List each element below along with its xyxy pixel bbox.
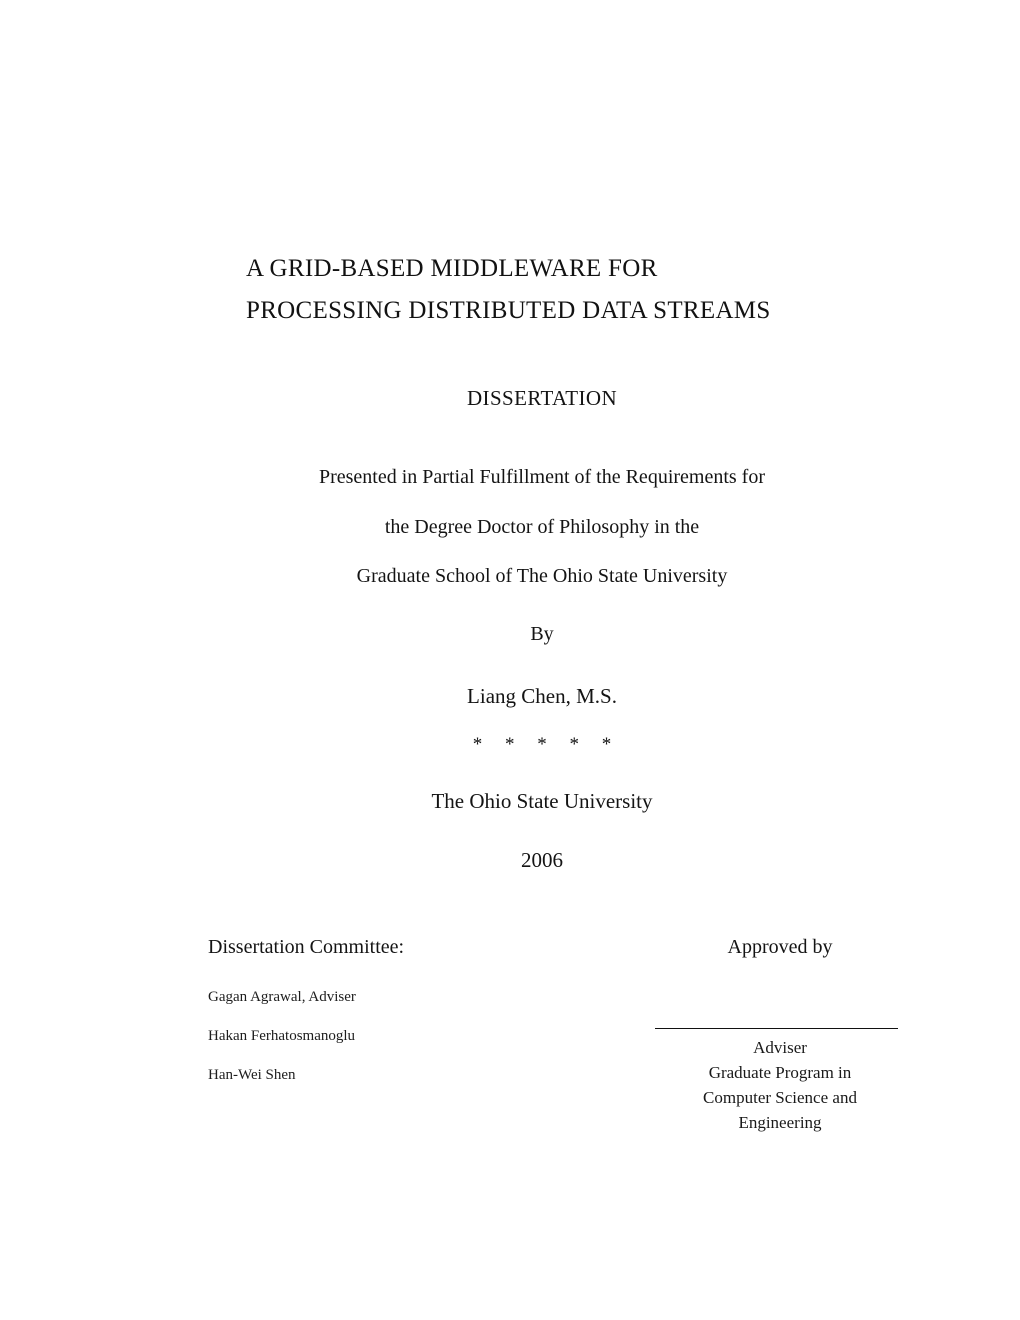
institution-name: The Ohio State University: [431, 789, 653, 813]
statement-line-3: Graduate School of The Ohio State Univer…: [356, 565, 728, 587]
publication-year: 2006: [521, 848, 563, 872]
title-page: A GRID-BASED MIDDLEWARE FOR PROCESSING D…: [0, 0, 1020, 1320]
asterisk-separator: * * * * *: [472, 734, 621, 755]
committee-heading: Dissertation Committee:: [208, 936, 405, 958]
list-item: Han-Wei Shen: [208, 1067, 296, 1083]
program-line-2: Computer Science and: [703, 1088, 857, 1107]
title-line-2: PROCESSING DISTRIBUTED DATA STREAMS: [246, 297, 771, 324]
signature-line: [655, 1028, 898, 1029]
by-label: By: [530, 623, 554, 645]
list-item: Hakan Ferhatosmanoglu: [208, 1028, 356, 1044]
document-type-label: DISSERTATION: [466, 386, 618, 410]
title-line-1: A GRID-BASED MIDDLEWARE FOR: [246, 255, 658, 282]
approved-by-heading: Approved by: [727, 936, 833, 958]
list-item: Gagan Agrawal, Adviser: [208, 989, 356, 1005]
adviser-label: Adviser: [753, 1038, 807, 1057]
program-line-1: Graduate Program in: [708, 1063, 852, 1082]
page-title: A GRID-BASED MIDDLEWARE FOR PROCESSING D…: [246, 248, 846, 332]
graduate-program-label: Graduate Program in Computer Science and…: [655, 1060, 905, 1135]
program-line-3: Engineering: [738, 1113, 822, 1132]
statement-line-2: the Degree Doctor of Philosophy in the: [384, 516, 700, 538]
statement-line-1: Presented in Partial Fulfillment of the …: [318, 466, 765, 488]
approval-block: Approved by Adviser Graduate Program in …: [655, 934, 905, 1135]
dissertation-committee: Dissertation Committee: Gagan Agrawal, A…: [208, 934, 628, 1095]
author-name: Liang Chen, M.S.: [467, 684, 617, 708]
committee-member-list: Gagan Agrawal, Adviser Hakan Ferhatosman…: [208, 978, 628, 1095]
